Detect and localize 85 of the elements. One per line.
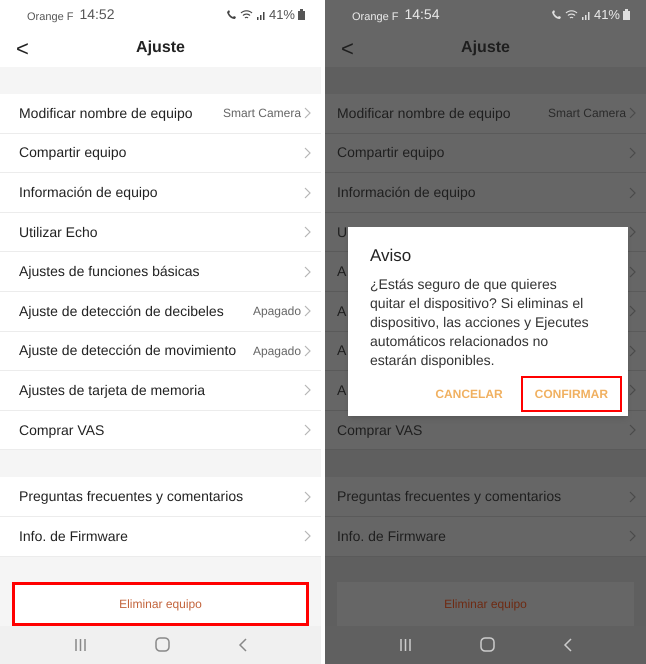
status-time: 14:54 (404, 5, 440, 24)
chevron-right-icon (629, 305, 636, 318)
chevron-right-icon (629, 530, 636, 542)
call-icon (226, 10, 237, 20)
call-icon (550, 10, 562, 20)
chevron-right-icon (629, 226, 636, 238)
row-label: Información de equipo (19, 183, 158, 202)
row-value: Smart Camera (222, 105, 301, 122)
settings-row[interactable]: Info. de Firmware (0, 516, 321, 557)
recent-apps-icon[interactable] (74, 638, 87, 652)
chevron-right-icon (304, 490, 311, 503)
settings-row[interactable]: Ajuste de detección de movimiento Apagado (0, 332, 321, 372)
chevron-right-icon (629, 146, 636, 159)
row-value: Apagado (252, 303, 301, 320)
row-label: A (337, 380, 346, 400)
wifi-icon (564, 10, 578, 20)
home-icon[interactable] (480, 637, 495, 652)
back-icon[interactable] (563, 638, 572, 652)
settings-row[interactable]: Compartir equipo (0, 134, 321, 174)
row-label: Utilizar Echo (19, 222, 98, 242)
row-label: A (337, 262, 346, 282)
row-label: Compartir equipo (337, 143, 444, 162)
chevron-right-icon (304, 146, 311, 159)
settings-row[interactable]: Modificar nombre de equipo Smart Camera (0, 94, 321, 134)
row-label: U (337, 222, 348, 242)
carrier-name: Orange F (27, 10, 74, 25)
row-label: Comprar VAS (19, 420, 104, 440)
chevron-right-icon (629, 107, 636, 120)
chevron-right-icon (304, 530, 311, 542)
chevron-right-icon (629, 266, 636, 278)
signal-icon (580, 10, 591, 20)
delete-button[interactable]: Eliminar equipo (12, 582, 309, 626)
wifi-icon (240, 10, 253, 20)
chevron-right-icon (629, 424, 636, 436)
chevron-right-icon (304, 226, 311, 238)
row-label: Información de equipo (337, 183, 476, 202)
chevron-right-icon (629, 344, 636, 357)
dialog-title: Aviso (370, 245, 412, 267)
back-button[interactable]: < (16, 32, 40, 65)
back-icon[interactable] (238, 638, 247, 652)
chevron-right-icon (304, 344, 311, 357)
recent-apps-icon[interactable] (399, 638, 412, 652)
status-time: 14:52 (79, 5, 115, 24)
battery-icon (623, 9, 630, 20)
row-label: Comprar VAS (337, 420, 422, 440)
row-label: A (337, 341, 346, 360)
chevron-right-icon (304, 186, 311, 199)
row-label: Preguntas frecuentes y comentarios (19, 487, 244, 506)
settings-row[interactable]: Preguntas frecuentes y comentarios (0, 477, 321, 517)
row-value: Apagado (252, 342, 301, 360)
chevron-right-icon (304, 384, 311, 396)
row-label: Info. de Firmware (337, 526, 446, 546)
settings-row[interactable]: Utilizar Echo (0, 212, 321, 252)
home-icon[interactable] (155, 637, 170, 652)
settings-row[interactable]: Ajuste de detección de decibeles Apagado (0, 292, 321, 332)
row-label: Preguntas frecuentes y comentarios (337, 487, 562, 506)
page-title: Ajuste (460, 38, 511, 58)
settings-row[interactable]: Información de equipo (0, 173, 321, 213)
settings-row[interactable]: Comprar VAS (0, 410, 321, 450)
chevron-right-icon (629, 384, 636, 396)
carrier-name: Orange F (352, 10, 398, 25)
page-title: Ajuste (135, 38, 186, 58)
chevron-right-icon (304, 424, 311, 436)
signal-icon (256, 10, 266, 20)
chevron-right-icon (304, 266, 311, 278)
row-label: Modificar nombre de equipo (19, 104, 193, 123)
battery-percentage: 41% (268, 6, 295, 24)
row-label: Compartir equipo (19, 143, 126, 162)
dialog-message: ¿Estás seguro de que quieres quitar el dispositivo? Si eliminas el dispositivo, las acciones y Ejecutes automáticos relacionados no estarán disponibles. (370, 274, 590, 370)
chevron-right-icon (304, 305, 311, 318)
battery-icon (298, 9, 305, 20)
row-label: Ajuste de detección de movimiento (19, 341, 236, 360)
row-label: A (337, 302, 346, 321)
battery-percentage: 41% (594, 6, 620, 24)
chevron-right-icon (629, 186, 636, 199)
settings-row[interactable]: Ajustes de tarjeta de memoria (0, 371, 321, 411)
row-label: Ajustes de funciones básicas (19, 262, 200, 282)
chevron-right-icon (629, 490, 636, 503)
row-label: Modificar nombre de equipo (337, 104, 511, 123)
settings-row[interactable]: Ajustes de funciones básicas (0, 252, 321, 292)
row-value: Smart Camera (548, 105, 626, 122)
row-label: Ajuste de detección de decibeles (19, 302, 224, 321)
row-label: Ajustes de tarjeta de memoria (19, 380, 205, 400)
row-label: Info. de Firmware (19, 526, 128, 546)
chevron-right-icon (304, 107, 311, 120)
